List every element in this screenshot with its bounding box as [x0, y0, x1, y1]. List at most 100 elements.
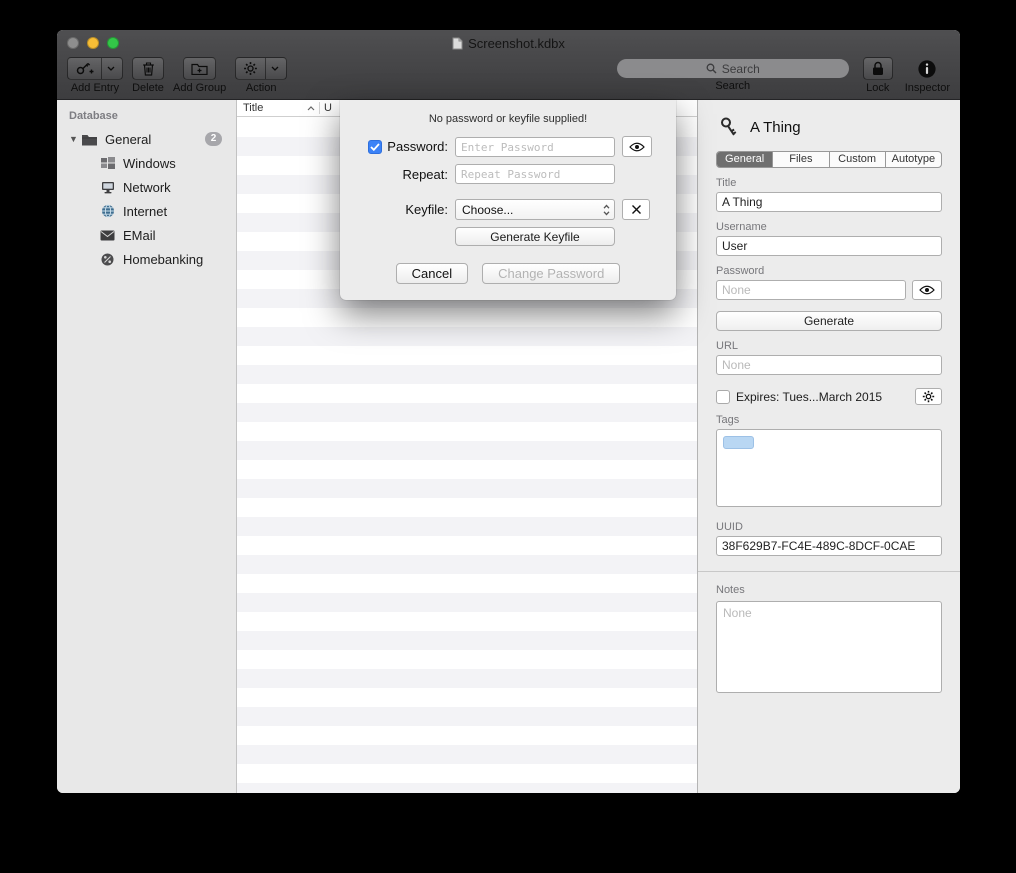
change-password-sheet: No password or keyfile supplied! Passwor… [340, 100, 676, 300]
tab-custom[interactable]: Custom [829, 152, 885, 167]
window-title: Screenshot.kdbx [57, 30, 960, 56]
sidebar-item-internet[interactable]: Internet [57, 199, 236, 223]
title-field-label: Title [716, 177, 942, 189]
folder-icon [80, 133, 99, 146]
disclosure-triangle-icon[interactable]: ▼ [67, 134, 80, 144]
sidebar-item-network[interactable]: Network [57, 175, 236, 199]
add-entry-button[interactable]: Add Entry [67, 57, 123, 94]
column-divider[interactable] [319, 102, 320, 114]
sidebar-item-label: Windows [123, 156, 176, 171]
inspector-header: A Thing [716, 116, 942, 138]
search-label: Search [715, 80, 750, 92]
sidebar-item-general[interactable]: ▼ General 2 [57, 127, 236, 151]
change-password-button[interactable]: Change Password [482, 263, 620, 284]
inspector-button[interactable]: Inspector [905, 57, 950, 94]
add-group-button[interactable]: Add Group [173, 57, 226, 94]
sidebar-item-homebanking[interactable]: Homebanking [57, 247, 236, 271]
password-field-label: Password [716, 265, 942, 277]
app-window: Screenshot.kdbx Add Entry [57, 30, 960, 793]
uuid-field[interactable] [716, 536, 942, 556]
sidebar-item-email[interactable]: EMail [57, 223, 236, 247]
column-header-title[interactable]: Title [237, 102, 319, 114]
trash-icon [142, 61, 155, 76]
lock-label: Lock [866, 82, 889, 94]
title-field[interactable] [716, 192, 942, 212]
sidebar-item-label: Homebanking [123, 252, 203, 267]
keyfile-label: Keyfile: [405, 202, 448, 217]
gear-icon [243, 61, 258, 76]
sidebar-section-header: Database [57, 107, 236, 127]
action-dropdown-arrow[interactable] [265, 58, 279, 79]
zoom-button[interactable] [107, 37, 119, 49]
action-button[interactable]: Action [235, 57, 287, 94]
window-title-text: Screenshot.kdbx [468, 36, 565, 51]
add-entry-label: Add Entry [71, 82, 119, 94]
password-enable-checkbox[interactable] [368, 140, 382, 154]
expires-label: Expires: Tues...March 2015 [736, 390, 882, 404]
username-field-label: Username [716, 221, 942, 233]
clear-keyfile-button[interactable] [622, 199, 650, 220]
info-icon [917, 59, 937, 79]
delete-button[interactable]: Delete [132, 57, 164, 94]
cancel-button[interactable]: Cancel [396, 263, 468, 284]
window-chrome: Screenshot.kdbx Add Entry [57, 30, 960, 100]
column-header-username[interactable]: U [324, 102, 332, 114]
close-x-icon [631, 204, 642, 215]
envelope-icon [98, 230, 117, 241]
toolbar-right-group: Search Search Lock [617, 57, 950, 94]
lock-button[interactable]: Lock [863, 57, 893, 94]
expires-checkbox[interactable] [716, 390, 730, 404]
key-plus-icon [75, 61, 94, 76]
sidebar-item-label: Network [123, 180, 171, 195]
sidebar-item-label: Internet [123, 204, 167, 219]
windows-icon [98, 157, 117, 169]
add-group-label: Add Group [173, 82, 226, 94]
new-password-input[interactable] [455, 137, 615, 157]
reveal-password-button[interactable] [912, 280, 942, 300]
search-input[interactable]: Search [617, 59, 849, 78]
tab-autotype[interactable]: Autotype [885, 152, 941, 167]
expires-date-button[interactable] [915, 388, 942, 405]
sidebar-item-label: General [105, 132, 151, 147]
tags-label: Tags [716, 414, 942, 426]
tags-field[interactable] [716, 429, 942, 507]
gear-icon [922, 390, 935, 403]
inspector-panel: A Thing General Files Custom Autotype Ti… [697, 100, 960, 793]
minimize-button[interactable] [87, 37, 99, 49]
titlebar[interactable]: Screenshot.kdbx [57, 30, 960, 56]
tag-token[interactable] [723, 436, 754, 449]
notes-field[interactable] [716, 601, 942, 693]
check-icon [370, 143, 380, 151]
generate-password-button[interactable]: Generate [716, 311, 942, 331]
tab-general[interactable]: General [717, 152, 772, 167]
repeat-label: Repeat: [402, 167, 448, 182]
sidebar-item-label: EMail [123, 228, 156, 243]
toolbar: Add Entry Delete Add Group [57, 56, 960, 100]
url-field[interactable] [716, 355, 942, 375]
document-proxy-icon [452, 37, 463, 50]
tab-files[interactable]: Files [772, 152, 828, 167]
lock-icon [872, 61, 884, 76]
password-field[interactable] [716, 280, 906, 300]
keyfile-dropdown[interactable]: Choose... [455, 199, 615, 220]
keyfile-selected-value: Choose... [462, 203, 513, 217]
traffic-lights [67, 37, 119, 49]
close-button[interactable] [67, 37, 79, 49]
entry-count-badge: 2 [205, 132, 222, 146]
username-field[interactable] [716, 236, 942, 256]
sidebar-item-windows[interactable]: Windows [57, 151, 236, 175]
eye-icon [919, 285, 935, 295]
delete-label: Delete [132, 82, 164, 94]
key-icon [718, 116, 740, 138]
inspector-tabs: General Files Custom Autotype [716, 151, 942, 168]
eye-icon [629, 142, 645, 152]
search-icon [706, 63, 717, 74]
generate-keyfile-button[interactable]: Generate Keyfile [455, 227, 615, 246]
globe-icon [98, 204, 117, 218]
action-label: Action [246, 82, 277, 94]
monitor-icon [98, 181, 117, 194]
inspector-divider [698, 571, 960, 572]
add-entry-dropdown-arrow[interactable] [101, 58, 115, 79]
toggle-password-visibility-button[interactable] [622, 136, 652, 157]
repeat-password-input[interactable] [455, 164, 615, 184]
